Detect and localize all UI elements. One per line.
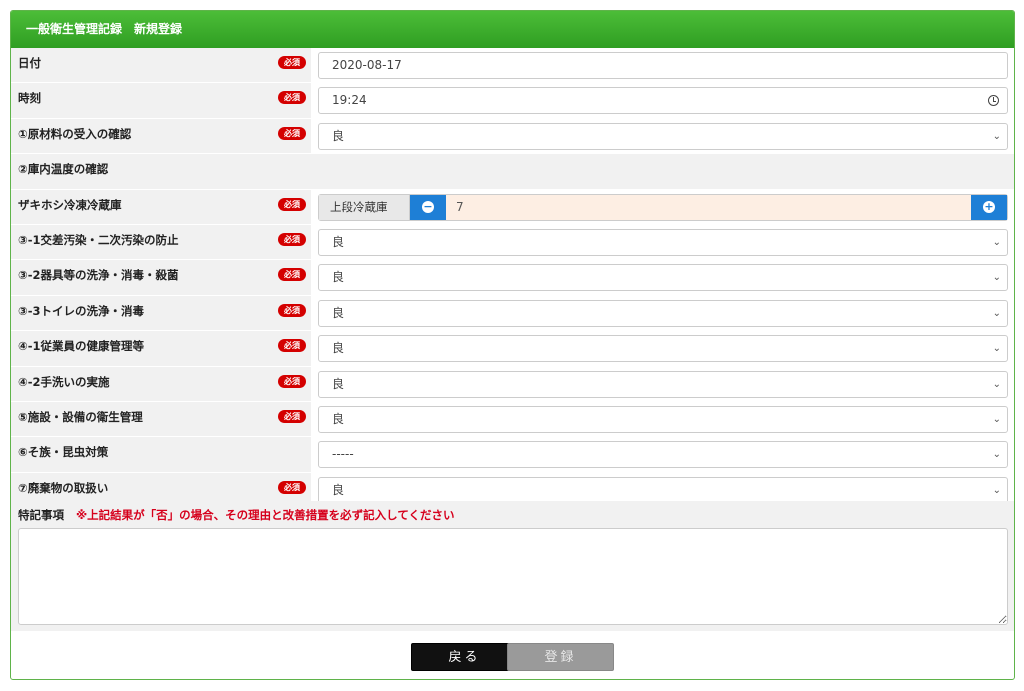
field-label: ③-1交差汚染・二次汚染の防止: [18, 232, 179, 247]
form-rows: 日付 必須 2020-08-17 時刻 必須 19:24 ①原材料の受入の確認 必須 …: [11, 48, 1014, 509]
field-label: ザキホシ冷凍冷蔵庫: [18, 197, 122, 212]
required-badge: 必須: [278, 303, 306, 317]
select-value: 良: [332, 270, 345, 285]
chevron-down-icon: ⌄: [992, 272, 1001, 284]
field-label: ③-2器具等の洗浄・消毒・殺菌: [18, 268, 179, 283]
field-label: ⑦廃棄物の取扱い: [18, 480, 109, 495]
chevron-down-icon: ⌄: [992, 130, 1001, 142]
field-label: ③-3トイレの洗浄・消毒: [18, 303, 145, 318]
row-pests: ⑥そ族・昆虫対策 ----- ⌄: [11, 437, 1014, 473]
row-toilet: ③-3トイレの洗浄・消毒 必須 良 ⌄: [11, 295, 1014, 332]
required-badge: 必須: [278, 197, 306, 211]
row-freezer: ザキホシ冷凍冷蔵庫 必須 上段冷蔵庫 − 7 +: [11, 189, 1014, 225]
increment-button[interactable]: +: [971, 194, 1007, 220]
required-badge: 必須: [278, 126, 306, 140]
minus-circle-icon: −: [422, 199, 434, 213]
chevron-down-icon: ⌄: [992, 378, 1001, 390]
clock-icon[interactable]: [988, 95, 999, 107]
temperature-value[interactable]: 7: [456, 195, 464, 220]
field-label: ⑥そ族・昆虫対策: [18, 445, 109, 460]
select-value: 良: [332, 128, 345, 143]
select-value: -----: [332, 447, 354, 462]
raw-material-select[interactable]: 良 ⌄: [318, 122, 1008, 150]
required-badge: 必須: [278, 480, 306, 494]
handwash-select[interactable]: 良 ⌄: [318, 370, 1008, 398]
section-label: ②庫内温度の確認: [18, 162, 109, 177]
chevron-down-icon: ⌄: [992, 343, 1001, 355]
row-utensils: ③-2器具等の洗浄・消毒・殺菌 必須 良 ⌄: [11, 260, 1014, 296]
field-label: ④-2手洗いの実施: [18, 374, 110, 389]
notes-label: 特記事項: [18, 508, 64, 522]
time-value: 19:24: [332, 93, 367, 108]
select-value: 良: [332, 234, 345, 249]
select-value: 良: [332, 341, 345, 356]
row-handwash: ④-2手洗いの実施 必須 良 ⌄: [11, 366, 1014, 402]
save-button[interactable]: 登録: [507, 643, 614, 671]
row-cross-contamination: ③-1交差汚染・二次汚染の防止 必須 良 ⌄: [11, 224, 1014, 261]
field-label: 日付: [18, 56, 41, 70]
row-facility: ⑤施設・設備の衛生管理 必須 良 ⌄: [11, 401, 1014, 438]
required-badge: 必須: [278, 232, 306, 246]
row-time: 時刻 必須 19:24: [11, 83, 1014, 119]
required-badge: 必須: [278, 91, 306, 105]
required-badge: 必須: [278, 268, 306, 282]
toilet-select[interactable]: 良 ⌄: [318, 299, 1008, 327]
chevron-down-icon: ⌄: [992, 307, 1001, 319]
select-value: 良: [332, 305, 345, 320]
field-label: 時刻: [18, 91, 41, 106]
select-value: 良: [332, 411, 345, 426]
select-value: 良: [332, 376, 345, 391]
required-badge: 必須: [278, 374, 306, 388]
date-input[interactable]: 2020-08-17: [318, 52, 1008, 79]
required-badge: 必須: [278, 339, 306, 353]
notes-section: 特記事項 ※上記結果が「否」の場合、その理由と改善措置を必ず記入してください: [11, 501, 1014, 631]
cross-contamination-select[interactable]: 良 ⌄: [318, 228, 1008, 256]
notes-textarea[interactable]: [18, 528, 1008, 625]
required-badge: 必須: [278, 409, 306, 423]
time-input[interactable]: 19:24: [318, 87, 1008, 115]
chevron-down-icon: ⌄: [992, 413, 1001, 425]
chevron-down-icon: ⌄: [992, 236, 1001, 248]
record-form-panel: 一般衛生管理記録 新規登録 日付 必須 2020-08-17 時刻 必須 19:24…: [10, 10, 1015, 680]
stepper-addon-label: 上段冷蔵庫: [319, 194, 410, 220]
plus-circle-icon: +: [983, 199, 995, 213]
back-button[interactable]: 戻る: [411, 643, 518, 671]
notes-warning: ※上記結果が「否」の場合、その理由と改善措置を必ず記入してください: [76, 508, 455, 522]
utensils-select[interactable]: 良 ⌄: [318, 264, 1008, 292]
decrement-button[interactable]: −: [410, 194, 446, 220]
select-value: 良: [332, 482, 345, 497]
facility-select[interactable]: 良 ⌄: [318, 405, 1008, 433]
page-title: 一般衛生管理記録 新規登録: [11, 11, 1014, 48]
row-raw-material: ①原材料の受入の確認 必須 良 ⌄: [11, 118, 1014, 155]
row-temp-section: ②庫内温度の確認: [11, 154, 1014, 190]
pests-select[interactable]: ----- ⌄: [318, 441, 1008, 469]
row-date: 日付 必須 2020-08-17: [11, 48, 1014, 84]
required-badge: 必須: [278, 56, 306, 69]
temperature-stepper[interactable]: 上段冷蔵庫 − 7 +: [318, 193, 1008, 221]
waste-select[interactable]: 良 ⌄: [318, 476, 1008, 504]
row-health: ④-1従業員の健康管理等 必須 良 ⌄: [11, 331, 1014, 367]
field-label: ④-1従業員の健康管理等: [18, 339, 145, 354]
field-label: ⑤施設・設備の衛生管理: [18, 409, 143, 424]
chevron-down-icon: ⌄: [992, 449, 1001, 461]
chevron-down-icon: ⌄: [992, 484, 1001, 496]
health-select[interactable]: 良 ⌄: [318, 335, 1008, 363]
field-label: ①原材料の受入の確認: [18, 126, 132, 141]
